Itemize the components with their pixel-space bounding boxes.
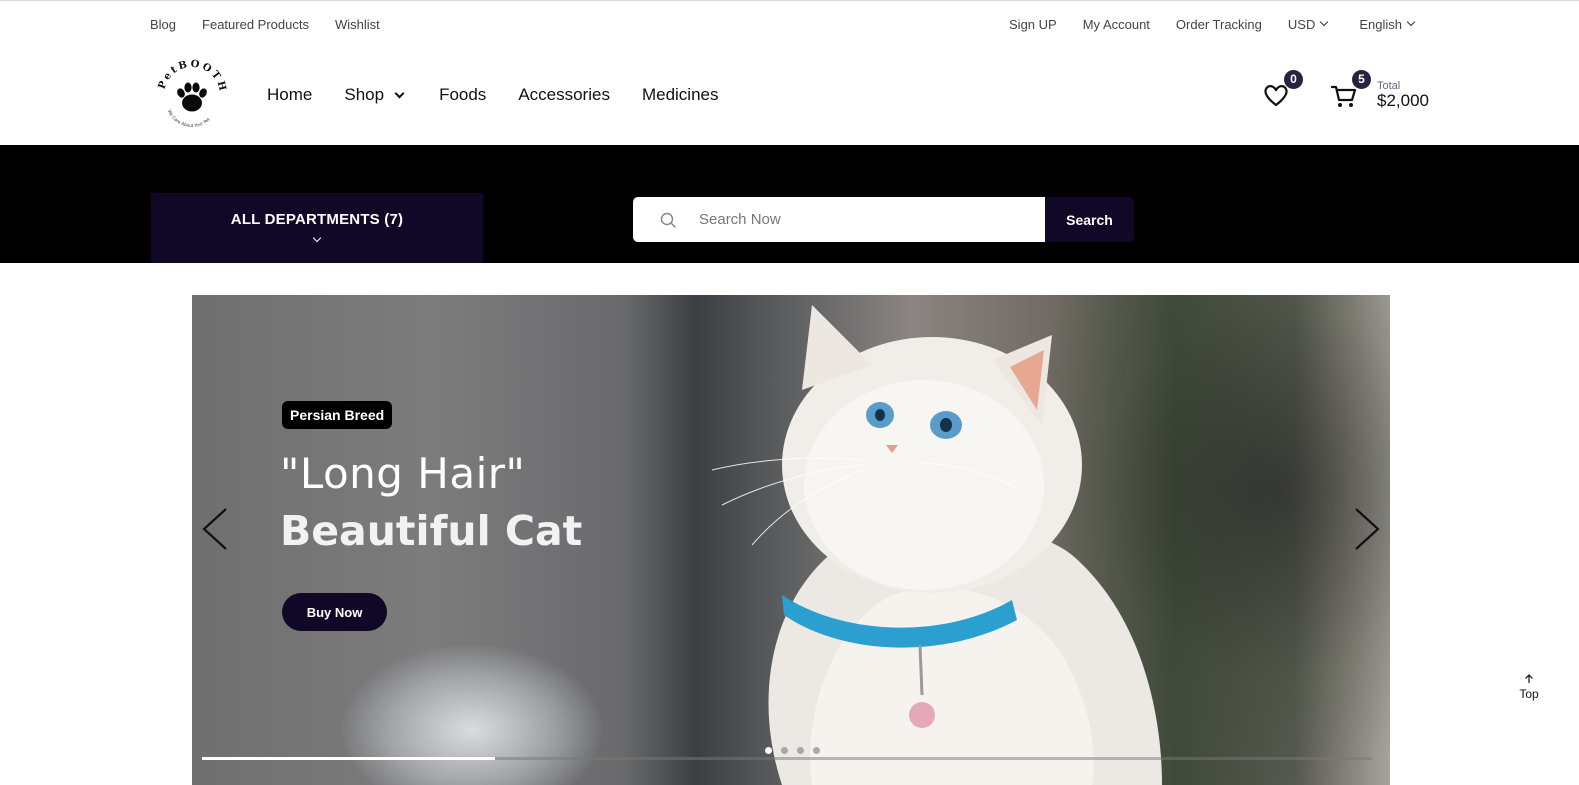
main-nav: Home Shop Foods Accessories Medicines xyxy=(267,45,719,145)
main-header: PetBOOTH We Care About Your Pet Home Sho… xyxy=(0,45,1579,145)
search-field xyxy=(633,197,1045,242)
chevron-down-icon xyxy=(1406,17,1416,27)
hero-cat-image xyxy=(711,305,1162,785)
header-actions: 0 5 Total $2,000 xyxy=(1261,45,1429,145)
search-band: ALL DEPARTMENTS (7) Search xyxy=(0,145,1579,263)
svg-text:PetBOOTH: PetBOOTH xyxy=(157,59,229,95)
svg-text:We Care About Your Pet: We Care About Your Pet xyxy=(166,109,212,129)
chevron-down-icon xyxy=(1320,17,1329,27)
language-value: English xyxy=(1359,16,1402,32)
all-departments-button[interactable]: ALL DEPARTMENTS (7) xyxy=(151,193,483,263)
top-right-links: Sign UP My Account Order Tracking USD En… xyxy=(1009,3,1416,45)
top-utility-bar: Blog Featured Products Wishlist Sign UP … xyxy=(0,3,1579,45)
paw-icon xyxy=(177,82,207,112)
back-to-top-label: Top xyxy=(1519,687,1539,702)
nav-accessories[interactable]: Accessories xyxy=(518,85,610,105)
blog-link[interactable]: Blog xyxy=(150,17,176,32)
all-departments-label: ALL DEPARTMENTS (7) xyxy=(230,211,404,228)
nav-medicines[interactable]: Medicines xyxy=(642,85,719,105)
arrow-up-icon xyxy=(1525,674,1533,683)
hero-headline-line1: "Long Hair" xyxy=(280,449,526,498)
wishlist-count-badge: 0 xyxy=(1284,70,1303,89)
featured-products-link[interactable]: Featured Products xyxy=(202,17,309,32)
nav-home[interactable]: Home xyxy=(267,85,312,105)
chevron-down-icon xyxy=(394,88,405,98)
search-bar: Search xyxy=(633,197,1134,242)
hero-headline-line2: Beautiful Cat xyxy=(280,507,583,555)
cart-count-badge: 5 xyxy=(1352,70,1371,89)
order-tracking-link[interactable]: Order Tracking xyxy=(1176,17,1262,32)
arrow-left-icon[interactable] xyxy=(200,507,230,551)
search-input[interactable] xyxy=(699,211,1019,228)
logo-text: PetBOOTH xyxy=(157,59,226,95)
slider-dot[interactable] xyxy=(765,747,772,754)
cart-total-amount: $2,000 xyxy=(1377,90,1429,110)
slider-dot[interactable] xyxy=(781,747,788,754)
wishlist-button[interactable]: 0 xyxy=(1261,70,1303,110)
nav-foods[interactable]: Foods xyxy=(439,85,486,105)
logo-tagline: We Care About Your Pet xyxy=(166,109,212,129)
hero-background-mirror xyxy=(342,645,602,785)
currency-dropdown[interactable]: USD xyxy=(1287,16,1329,32)
nav-shop[interactable]: Shop xyxy=(344,85,405,105)
slider-dot[interactable] xyxy=(813,747,820,754)
slider-progress-fill xyxy=(202,757,495,760)
logo[interactable]: PetBOOTH We Care About Your Pet xyxy=(154,57,230,133)
cart-total-label: Total xyxy=(1377,79,1401,92)
currency-value: USD xyxy=(1287,16,1316,32)
sign-up-link[interactable]: Sign UP xyxy=(1009,17,1057,32)
my-account-link[interactable]: My Account xyxy=(1083,17,1150,32)
chevron-down-icon xyxy=(312,233,322,243)
wishlist-link[interactable]: Wishlist xyxy=(335,17,380,32)
nav-shop-label: Shop xyxy=(344,85,385,104)
slider-progress xyxy=(202,757,1372,760)
search-button[interactable]: Search xyxy=(1045,197,1134,242)
hero-slider: Persian Breed "Long Hair" Beautiful Cat … xyxy=(192,295,1390,785)
top-left-links: Blog Featured Products Wishlist xyxy=(150,3,380,45)
breed-tag: Persian Breed xyxy=(282,401,393,429)
slider-dot[interactable] xyxy=(797,747,804,754)
search-icon xyxy=(660,212,676,228)
arrow-right-icon[interactable] xyxy=(1352,507,1382,551)
back-to-top-button[interactable]: Top xyxy=(1514,673,1544,702)
language-dropdown[interactable]: English xyxy=(1359,16,1416,32)
cart-total[interactable]: Total $2,000 xyxy=(1377,80,1429,111)
buy-now-button[interactable]: Buy Now xyxy=(282,593,387,631)
cart-button[interactable]: 5 xyxy=(1329,70,1371,110)
slider-dots xyxy=(765,747,820,754)
